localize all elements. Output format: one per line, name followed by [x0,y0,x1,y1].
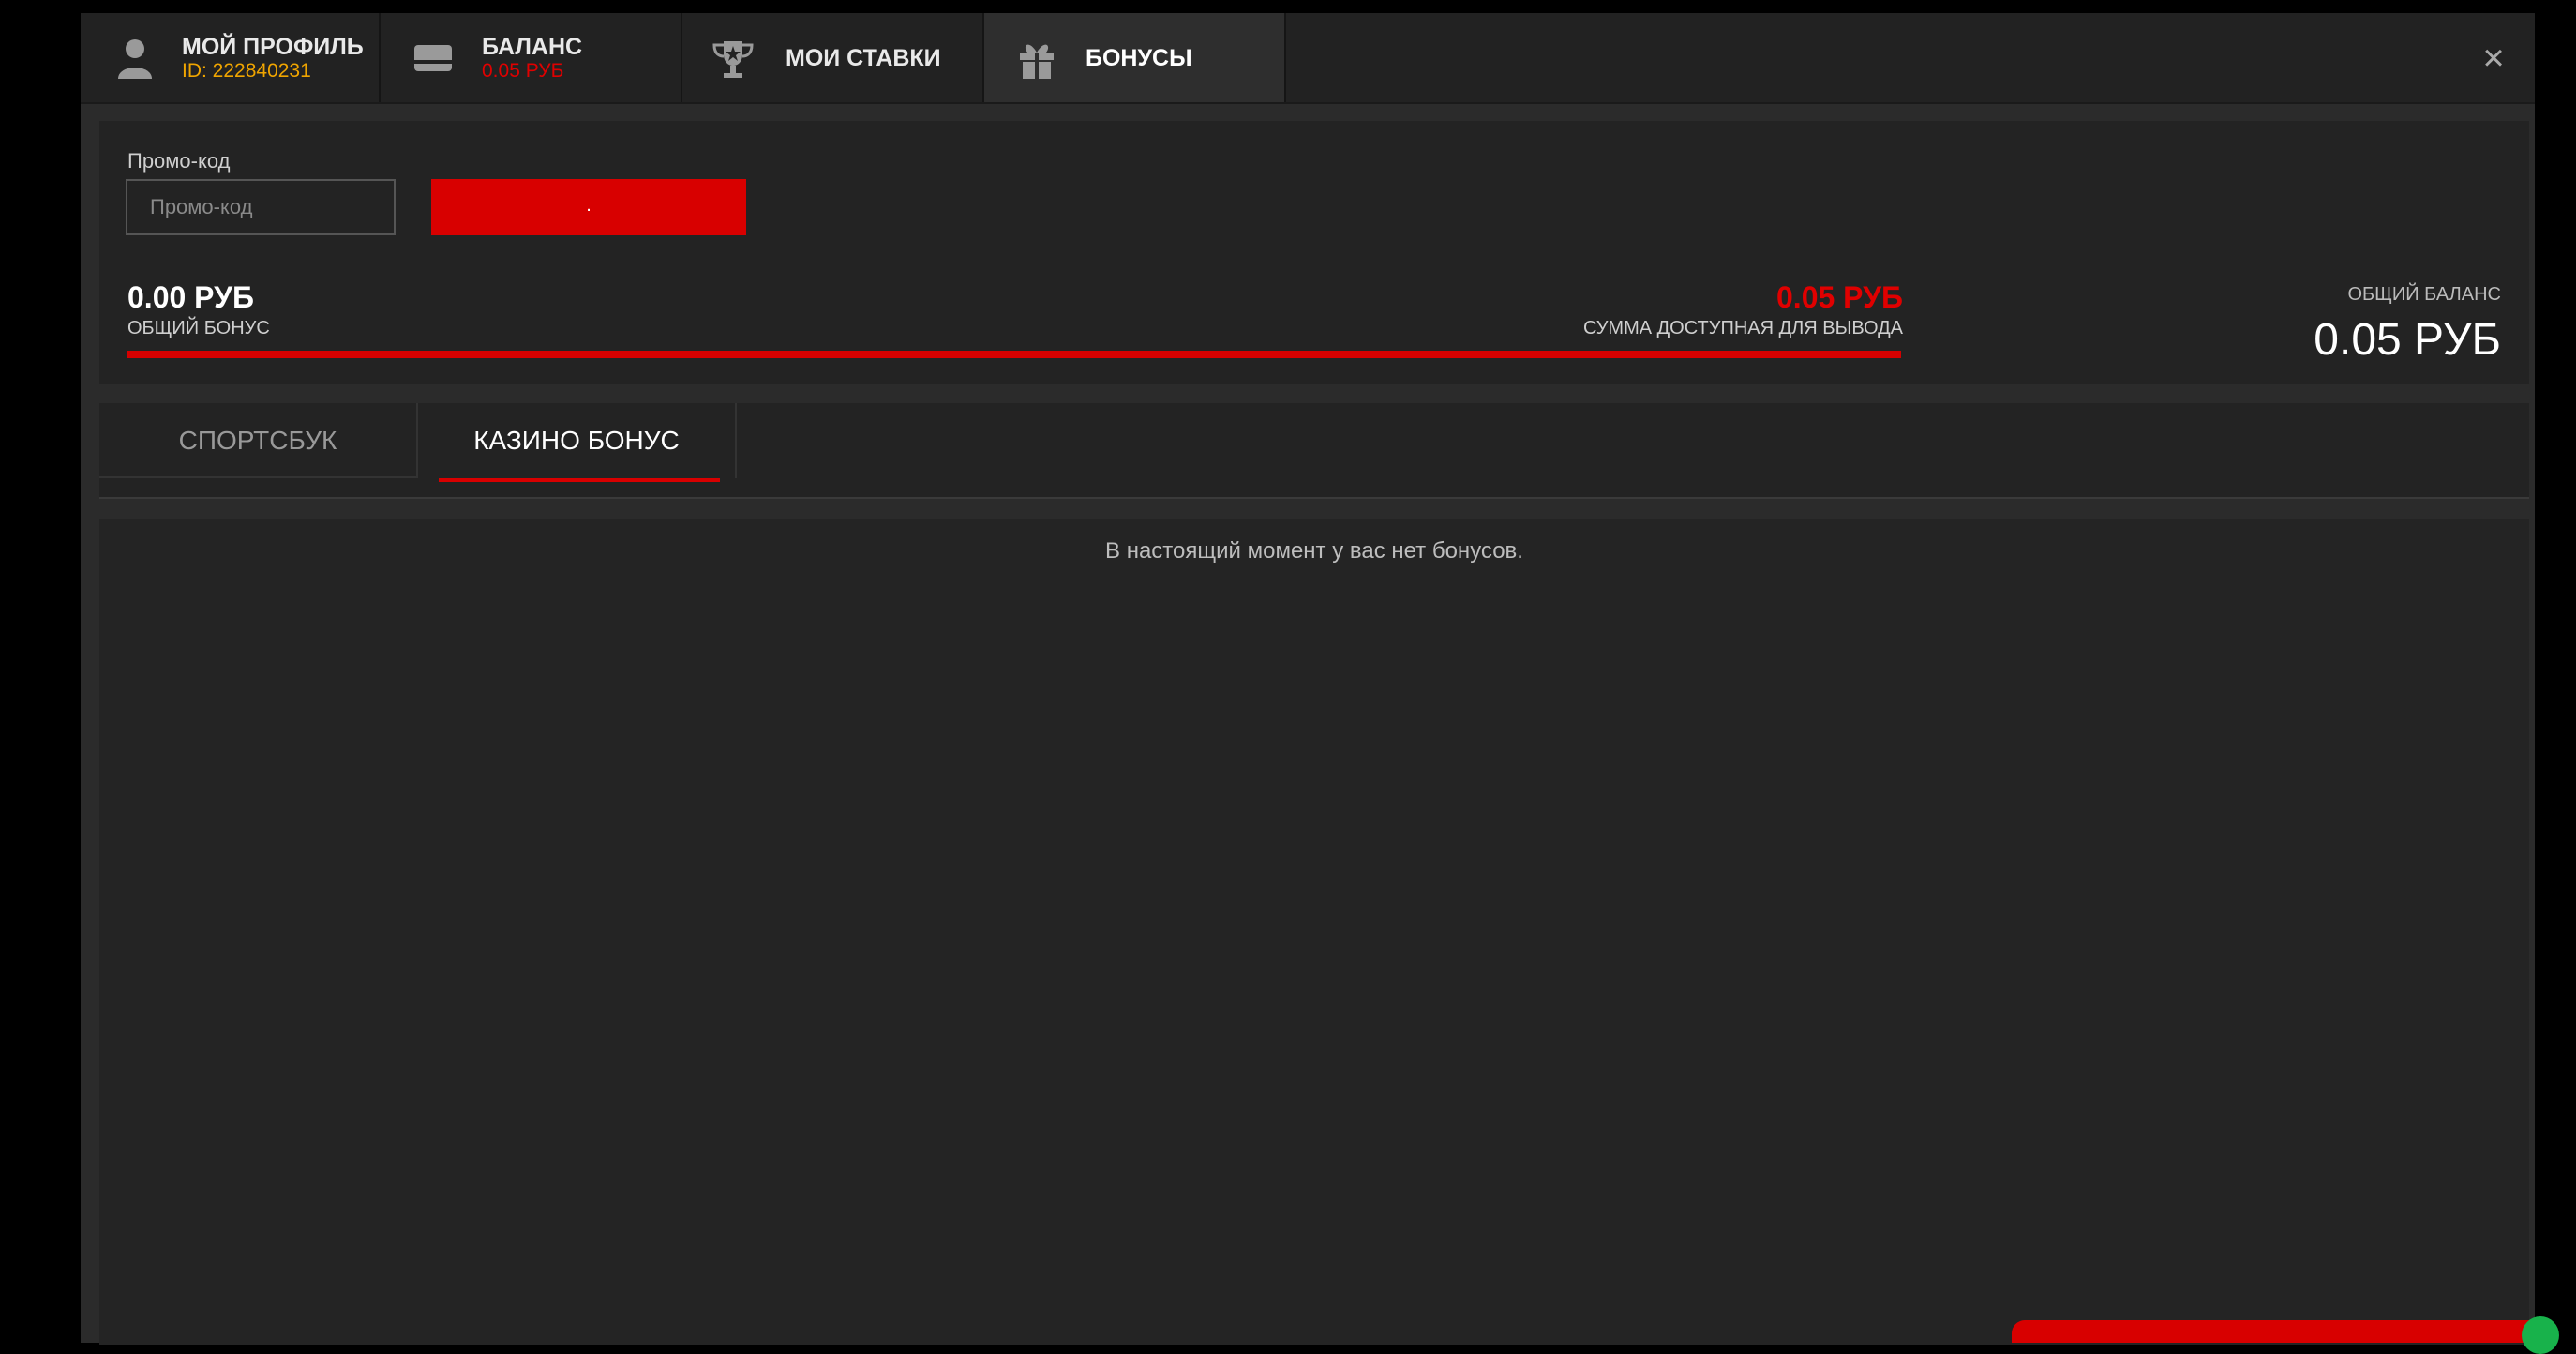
tab-casino-bonus[interactable]: КАЗИНО БОНУС [418,403,737,482]
chat-bubble-icon[interactable] [2522,1316,2559,1354]
user-id-label: ID: 222840231 [182,60,311,82]
active-tab-indicator [439,478,720,482]
empty-bonuses-message: В настоящий момент у вас нет бонусов. [1105,538,1523,564]
tab-profile-title: МОЙ ПРОФИЛЬ [182,34,364,60]
withdrawable-label: СУММА ДОСТУПНАЯ ДЛЯ ВЫВОДА [1582,318,1903,338]
tab-my-bets-title: МОИ СТАВКИ [786,45,941,71]
tab-balance-title: БАЛАНС [482,34,583,60]
withdrawable-amount: 0.05 РУБ [1776,280,1903,314]
bonus-progress-fill [127,351,1901,358]
wallet-icon [407,32,459,84]
tab-sportsbook-label: СПОРТСБУК [178,426,337,455]
trophy-icon [707,32,759,84]
tab-balance[interactable]: БАЛАНС 0.05 РУБ [381,13,682,102]
gift-icon [1011,32,1063,84]
tab-casino-bonus-label: КАЗИНО БОНУС [473,426,680,455]
tab-balance-amount: 0.05 РУБ [482,60,564,82]
promo-code-label: Промо-код [127,149,231,173]
total-balance-amount: 0.05 РУБ [2314,315,2501,365]
tab-my-bets[interactable]: МОИ СТАВКИ [682,13,984,102]
user-icon [109,32,161,84]
bonus-progress-bar [127,351,1901,358]
total-bonus-label: ОБЩИЙ БОНУС [127,318,270,338]
promo-code-input[interactable] [126,179,396,235]
tab-bonuses[interactable]: БОНУСЫ [984,13,1286,102]
bonus-list-area: В настоящий момент у вас нет бонусов. [99,519,2529,1345]
total-bonus-amount: 0.00 РУБ [127,280,254,314]
account-tab-bar: МОЙ ПРОФИЛЬ ID: 222840231 БАЛАНС 0.05 РУ… [81,13,2535,104]
bonus-type-tabs: СПОРТСБУК КАЗИНО БОНУС [99,403,2529,499]
floating-action-bar[interactable] [2012,1320,2537,1343]
total-balance-label: ОБЩИЙ БАЛАНС [2347,284,2501,305]
tab-my-profile[interactable]: МОЙ ПРОФИЛЬ ID: 222840231 [81,13,381,102]
account-modal: МОЙ ПРОФИЛЬ ID: 222840231 БАЛАНС 0.05 РУ… [81,13,2535,1345]
promo-apply-button[interactable]: . [431,179,746,235]
close-button[interactable]: × [2475,39,2512,77]
tab-sportsbook[interactable]: СПОРТСБУК [99,403,418,478]
tab-bonuses-title: БОНУСЫ [1086,45,1192,71]
promo-panel: Промо-код . 0.00 РУБ ОБЩИЙ БОНУС 0.05 РУ… [99,121,2529,384]
close-icon: × [2482,38,2505,79]
